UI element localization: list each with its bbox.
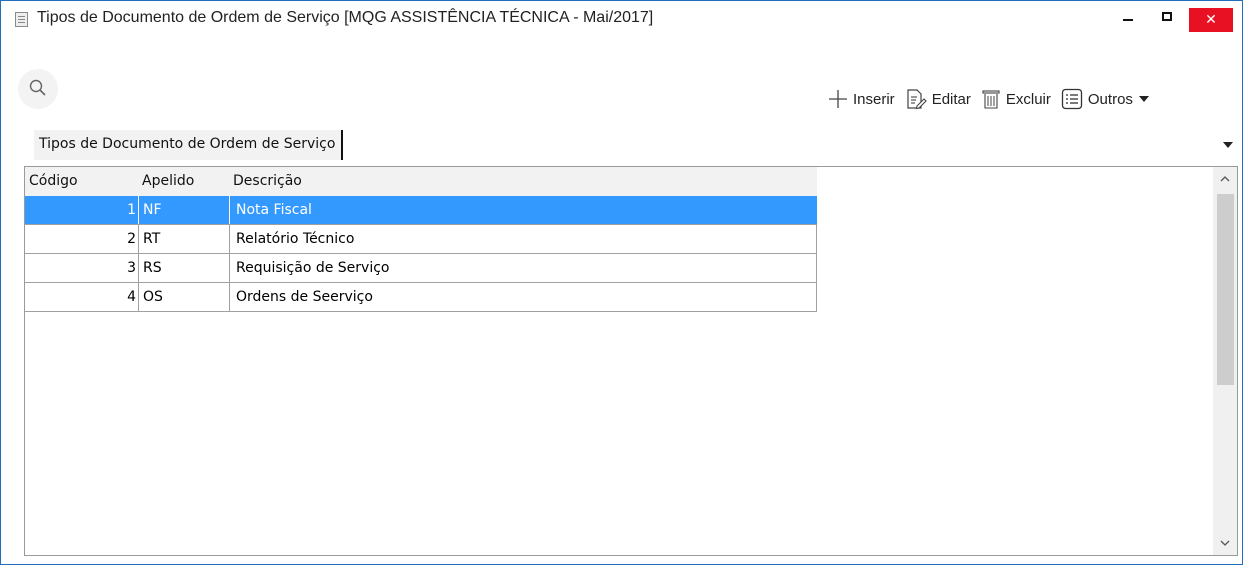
column-header-description[interactable]: Descrição [233, 167, 302, 196]
column-header-nickname[interactable]: Apelido [142, 167, 194, 196]
cell-nickname: NF [138, 196, 229, 224]
table-row[interactable]: 2 RT Relatório Técnico [25, 225, 817, 254]
cell-description: Requisição de Serviço [229, 254, 816, 282]
cell-code: 1 [127, 202, 136, 218]
table-row[interactable]: 4 OS Ordens de Seerviço [25, 283, 817, 312]
close-icon: ✕ [1205, 12, 1217, 28]
cell-nickname: RS [138, 254, 229, 282]
cell-description: Nota Fiscal [229, 196, 816, 224]
chevron-down-icon [1220, 540, 1230, 546]
window-title: Tipos de Documento de Ordem de Serviço [… [37, 9, 654, 26]
insert-label: Inserir [853, 90, 895, 108]
cell-description: Relatório Técnico [229, 225, 816, 253]
edit-label: Editar [931, 90, 971, 108]
edit-button[interactable]: Editar [905, 88, 971, 110]
maximize-button[interactable] [1144, 1, 1190, 31]
edit-document-icon [907, 89, 927, 110]
search-icon [29, 79, 46, 96]
main-window: Tipos de Documento de Ordem de Serviço [… [0, 0, 1243, 565]
table-row[interactable]: 3 RS Requisição de Serviço [25, 254, 817, 283]
cell-nickname: OS [138, 283, 229, 311]
chevron-up-icon [1220, 176, 1230, 182]
group-dropdown-chevron-icon[interactable] [1223, 142, 1233, 148]
insert-button[interactable]: Inserir [828, 89, 895, 109]
table-row[interactable]: 1 NF Nota Fiscal [25, 196, 817, 225]
search-button[interactable] [18, 69, 58, 109]
cell-nickname: RT [138, 225, 229, 253]
cell-description: Ordens de Seerviço [229, 283, 816, 311]
chevron-down-icon [1138, 96, 1149, 102]
list-icon [1061, 88, 1083, 110]
column-header-code[interactable]: Código [29, 167, 78, 196]
delete-button[interactable]: Excluir [981, 88, 1051, 110]
maximize-icon [1162, 11, 1172, 21]
cell-code: 3 [127, 260, 136, 276]
cell-code: 4 [127, 289, 136, 305]
scroll-down-button[interactable] [1213, 531, 1237, 555]
minimize-icon [1123, 19, 1133, 21]
data-grid: Código Apelido Descrição 1 NF Nota Fisca… [24, 166, 1238, 556]
other-button[interactable]: Outros [1061, 88, 1149, 110]
scroll-up-button[interactable] [1213, 167, 1237, 191]
grid-header: Código Apelido Descrição [25, 167, 817, 196]
trash-icon [982, 90, 1000, 109]
group-panel-header[interactable]: Tipos de Documento de Ordem de Serviço [34, 130, 344, 160]
app-document-icon [15, 12, 28, 27]
close-button[interactable]: ✕ [1189, 8, 1233, 32]
other-label: Outros [1087, 90, 1133, 108]
vertical-scrollbar[interactable] [1213, 167, 1237, 555]
delete-label: Excluir [1005, 90, 1051, 108]
plus-icon [829, 90, 847, 108]
title-bar[interactable]: Tipos de Documento de Ordem de Serviço [… [1, 1, 1242, 37]
toolbar: Inserir Editar Excluir Outros [828, 86, 1159, 112]
cell-code: 2 [127, 231, 136, 247]
scrollbar-thumb[interactable] [1217, 194, 1234, 385]
